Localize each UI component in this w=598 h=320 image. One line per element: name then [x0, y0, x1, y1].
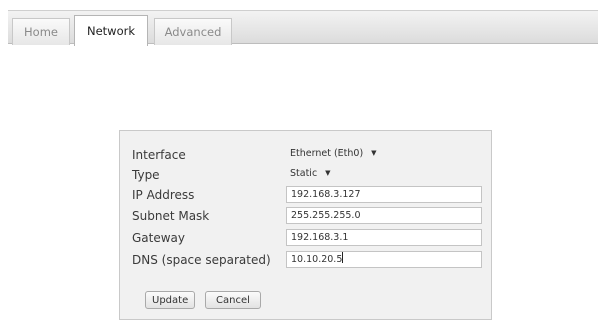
type-select-value: Static [290, 168, 318, 179]
dns-label: DNS (space separated) [132, 253, 271, 267]
interface-label: Interface [132, 148, 186, 162]
ip-address-label: IP Address [132, 188, 195, 202]
dropdown-arrow-icon: ▼ [371, 149, 377, 157]
interface-select-value: Ethernet (Eth0) [290, 148, 364, 159]
cancel-button[interactable]: Cancel [205, 291, 261, 309]
interface-select[interactable]: Ethernet (Eth0) ▼ [286, 146, 381, 163]
dns-input[interactable]: 10.10.20.5 [286, 251, 482, 268]
tab-network[interactable]: Network [74, 15, 148, 46]
type-select[interactable]: Static ▼ [286, 166, 335, 183]
update-button[interactable]: Update [145, 291, 195, 309]
type-label: Type [132, 168, 160, 182]
gateway-input[interactable]: 192.168.3.1 [286, 229, 482, 246]
network-settings-panel: Interface Ethernet (Eth0) ▼ Type Static ▼ … [119, 130, 492, 320]
text-cursor [342, 252, 344, 263]
subnet-mask-label: Subnet Mask [132, 209, 210, 223]
tab-bar: Home Network Advanced [8, 10, 598, 46]
subnet-mask-input[interactable]: 255.255.255.0 [286, 207, 482, 224]
gateway-label: Gateway [132, 231, 186, 245]
tab-advanced[interactable]: Advanced [154, 18, 232, 45]
dropdown-arrow-icon: ▼ [325, 169, 331, 177]
tab-home[interactable]: Home [12, 18, 70, 45]
dns-input-value: 10.10.20.5 [291, 254, 343, 265]
ip-address-input[interactable]: 192.168.3.127 [286, 186, 482, 203]
